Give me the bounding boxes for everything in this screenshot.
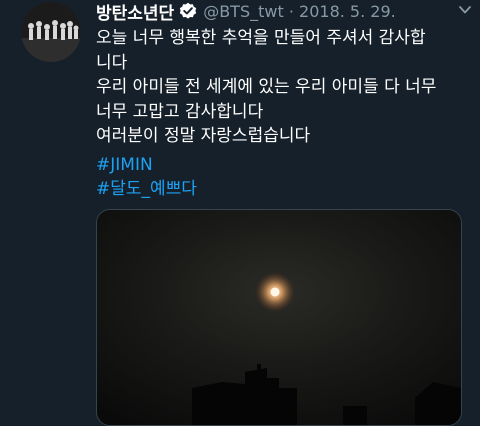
moon-night-photo (97, 210, 461, 425)
display-name[interactable]: 방탄소년단 (96, 0, 174, 24)
handle[interactable]: @BTS_twt (203, 2, 284, 21)
tweet-line: 여러분이 정말 자랑스럽습니다 (96, 126, 311, 146)
tweet-header: 방탄소년단 @BTS_twt · 2018. 5. 29. (96, 0, 396, 24)
hashtag-link[interactable]: #달도_예쁘다 (96, 177, 468, 202)
tweet-date[interactable]: 2018. 5. 29. (299, 2, 396, 21)
tweet-line: 니다 (96, 52, 128, 73)
handle-and-date: @BTS_twt · 2018. 5. 29. (203, 2, 396, 21)
tweet-line: 우리 아미들 전 세계에 있는 우리 아미들 다 너무 (96, 77, 437, 97)
tweet-photo[interactable] (96, 209, 462, 426)
tweet-text: 오늘 너무 행복한 추억을 만들어 주셔서 감사합 니다 우리 아미들 전 세계… (96, 26, 468, 202)
verified-badge-icon (179, 2, 197, 20)
tweet-line: 너무 고맙고 감사합니다 (96, 101, 264, 122)
separator: · (288, 1, 294, 21)
tweet-line: 오늘 너무 행복한 추억을 만들어 주셔서 감사합 (96, 28, 426, 48)
hashtag-link[interactable]: #JIMIN (96, 153, 468, 178)
avatar-image (21, 2, 81, 62)
chevron-down-icon[interactable] (458, 2, 472, 16)
avatar[interactable] (21, 2, 81, 62)
